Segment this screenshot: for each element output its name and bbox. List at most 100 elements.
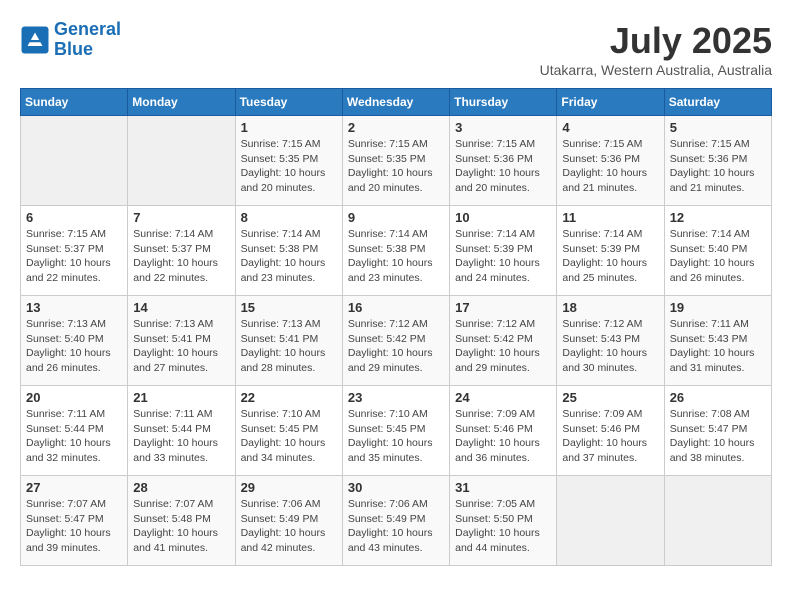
day-number: 5 <box>670 120 766 135</box>
weekday-header: Tuesday <box>235 89 342 116</box>
weekday-header: Thursday <box>450 89 557 116</box>
day-number: 8 <box>241 210 337 225</box>
calendar-cell: 12Sunrise: 7:14 AM Sunset: 5:40 PM Dayli… <box>664 206 771 296</box>
cell-info: Sunrise: 7:09 AM Sunset: 5:46 PM Dayligh… <box>455 407 551 466</box>
day-number: 9 <box>348 210 444 225</box>
calendar-week-row: 20 Sunrise: 7:11 AM Sunset: 5:44 PM Dayli… <box>21 386 772 476</box>
cell-info: Sunrise: 7:15 AM Sunset: 5:36 PM Dayligh… <box>455 137 551 196</box>
calendar-cell: 1Sunrise: 7:15 AM Sunset: 5:35 PM Daylig… <box>235 116 342 206</box>
cell-info: Sunrise: 7:11 AM Sunset: 5:44 PM Dayligh… <box>26 407 122 466</box>
calendar-cell <box>557 476 664 566</box>
calendar-cell <box>128 116 235 206</box>
calendar-cell: 3Sunrise: 7:15 AM Sunset: 5:36 PM Daylig… <box>450 116 557 206</box>
cell-info: Sunrise: 7:12 AM Sunset: 5:42 PM Dayligh… <box>348 317 444 376</box>
calendar-cell: 16 Sunrise: 7:12 AM Sunset: 5:42 PM Dayli… <box>342 296 449 386</box>
cell-info: Sunrise: 7:13 AM Sunset: 5:40 PM Dayligh… <box>26 317 122 376</box>
cell-info: Sunrise: 7:06 AM Sunset: 5:49 PM Dayligh… <box>241 497 337 556</box>
day-number: 14 <box>133 300 229 315</box>
calendar-cell: 25Sunrise: 7:09 AM Sunset: 5:46 PM Dayli… <box>557 386 664 476</box>
cell-info: Sunrise: 7:05 AM Sunset: 5:50 PM Dayligh… <box>455 497 551 556</box>
calendar-week-row: 6 Sunrise: 7:15 AM Sunset: 5:37 PM Daylig… <box>21 206 772 296</box>
calendar-cell: 21Sunrise: 7:11 AM Sunset: 5:44 PM Dayli… <box>128 386 235 476</box>
day-number: 19 <box>670 300 766 315</box>
day-number: 31 <box>455 480 551 495</box>
calendar-cell: 14 Sunrise: 7:13 AM Sunset: 5:41 PM Dayli… <box>128 296 235 386</box>
calendar-cell: 20 Sunrise: 7:11 AM Sunset: 5:44 PM Dayli… <box>21 386 128 476</box>
page-header: General Blue July 2025 Utakarra, Western… <box>20 20 772 78</box>
day-number: 22 <box>241 390 337 405</box>
calendar-cell <box>21 116 128 206</box>
location-subtitle: Utakarra, Western Australia, Australia <box>540 62 772 78</box>
cell-info: Sunrise: 7:10 AM Sunset: 5:45 PM Dayligh… <box>241 407 337 466</box>
cell-info: Sunrise: 7:07 AM Sunset: 5:48 PM Dayligh… <box>133 497 229 556</box>
day-number: 20 <box>26 390 122 405</box>
day-number: 1 <box>241 120 337 135</box>
calendar-cell: 24 Sunrise: 7:09 AM Sunset: 5:46 PM Dayli… <box>450 386 557 476</box>
day-number: 30 <box>348 480 444 495</box>
logo-icon <box>20 25 50 55</box>
calendar-table: SundayMondayTuesdayWednesdayThursdayFrid… <box>20 88 772 566</box>
calendar-cell: 9 Sunrise: 7:14 AM Sunset: 5:38 PM Daylig… <box>342 206 449 296</box>
cell-info: Sunrise: 7:14 AM Sunset: 5:38 PM Dayligh… <box>348 227 444 286</box>
calendar-week-row: 27Sunrise: 7:07 AM Sunset: 5:47 PM Dayli… <box>21 476 772 566</box>
calendar-cell: 7 Sunrise: 7:14 AM Sunset: 5:37 PM Daylig… <box>128 206 235 296</box>
day-number: 12 <box>670 210 766 225</box>
day-number: 4 <box>562 120 658 135</box>
day-number: 7 <box>133 210 229 225</box>
day-number: 26 <box>670 390 766 405</box>
cell-info: Sunrise: 7:11 AM Sunset: 5:43 PM Dayligh… <box>670 317 766 376</box>
cell-info: Sunrise: 7:15 AM Sunset: 5:37 PM Dayligh… <box>26 227 122 286</box>
cell-info: Sunrise: 7:08 AM Sunset: 5:47 PM Dayligh… <box>670 407 766 466</box>
day-number: 18 <box>562 300 658 315</box>
calendar-week-row: 1Sunrise: 7:15 AM Sunset: 5:35 PM Daylig… <box>21 116 772 206</box>
calendar-cell: 5 Sunrise: 7:15 AM Sunset: 5:36 PM Daylig… <box>664 116 771 206</box>
title-block: July 2025 Utakarra, Western Australia, A… <box>540 20 772 78</box>
month-year-title: July 2025 <box>540 20 772 62</box>
calendar-cell: 6 Sunrise: 7:15 AM Sunset: 5:37 PM Daylig… <box>21 206 128 296</box>
cell-info: Sunrise: 7:14 AM Sunset: 5:38 PM Dayligh… <box>241 227 337 286</box>
calendar-cell: 26 Sunrise: 7:08 AM Sunset: 5:47 PM Dayli… <box>664 386 771 476</box>
calendar-cell: 17 Sunrise: 7:12 AM Sunset: 5:42 PM Dayli… <box>450 296 557 386</box>
calendar-cell: 23Sunrise: 7:10 AM Sunset: 5:45 PM Dayli… <box>342 386 449 476</box>
day-number: 11 <box>562 210 658 225</box>
calendar-cell: 27Sunrise: 7:07 AM Sunset: 5:47 PM Dayli… <box>21 476 128 566</box>
calendar-cell <box>664 476 771 566</box>
weekday-header: Wednesday <box>342 89 449 116</box>
calendar-cell: 30 Sunrise: 7:06 AM Sunset: 5:49 PM Dayli… <box>342 476 449 566</box>
cell-info: Sunrise: 7:06 AM Sunset: 5:49 PM Dayligh… <box>348 497 444 556</box>
calendar-cell: 28 Sunrise: 7:07 AM Sunset: 5:48 PM Dayli… <box>128 476 235 566</box>
day-number: 2 <box>348 120 444 135</box>
calendar-header-row: SundayMondayTuesdayWednesdayThursdayFrid… <box>21 89 772 116</box>
calendar-cell: 15 Sunrise: 7:13 AM Sunset: 5:41 PM Dayli… <box>235 296 342 386</box>
cell-info: Sunrise: 7:14 AM Sunset: 5:39 PM Dayligh… <box>455 227 551 286</box>
cell-info: Sunrise: 7:14 AM Sunset: 5:39 PM Dayligh… <box>562 227 658 286</box>
cell-info: Sunrise: 7:15 AM Sunset: 5:36 PM Dayligh… <box>670 137 766 196</box>
weekday-header: Friday <box>557 89 664 116</box>
cell-info: Sunrise: 7:07 AM Sunset: 5:47 PM Dayligh… <box>26 497 122 556</box>
calendar-cell: 18Sunrise: 7:12 AM Sunset: 5:43 PM Dayli… <box>557 296 664 386</box>
weekday-header: Saturday <box>664 89 771 116</box>
cell-info: Sunrise: 7:11 AM Sunset: 5:44 PM Dayligh… <box>133 407 229 466</box>
day-number: 25 <box>562 390 658 405</box>
day-number: 17 <box>455 300 551 315</box>
day-number: 15 <box>241 300 337 315</box>
calendar-cell: 11 Sunrise: 7:14 AM Sunset: 5:39 PM Dayli… <box>557 206 664 296</box>
day-number: 28 <box>133 480 229 495</box>
calendar-cell: 13 Sunrise: 7:13 AM Sunset: 5:40 PM Dayli… <box>21 296 128 386</box>
cell-info: Sunrise: 7:15 AM Sunset: 5:36 PM Dayligh… <box>562 137 658 196</box>
calendar-cell: 29Sunrise: 7:06 AM Sunset: 5:49 PM Dayli… <box>235 476 342 566</box>
cell-info: Sunrise: 7:14 AM Sunset: 5:37 PM Dayligh… <box>133 227 229 286</box>
cell-info: Sunrise: 7:13 AM Sunset: 5:41 PM Dayligh… <box>133 317 229 376</box>
cell-info: Sunrise: 7:13 AM Sunset: 5:41 PM Dayligh… <box>241 317 337 376</box>
calendar-cell: 8 Sunrise: 7:14 AM Sunset: 5:38 PM Daylig… <box>235 206 342 296</box>
day-number: 24 <box>455 390 551 405</box>
calendar-cell: 19 Sunrise: 7:11 AM Sunset: 5:43 PM Dayli… <box>664 296 771 386</box>
calendar-week-row: 13 Sunrise: 7:13 AM Sunset: 5:40 PM Dayli… <box>21 296 772 386</box>
day-number: 10 <box>455 210 551 225</box>
day-number: 16 <box>348 300 444 315</box>
logo: General Blue <box>20 20 121 60</box>
day-number: 13 <box>26 300 122 315</box>
cell-info: Sunrise: 7:12 AM Sunset: 5:42 PM Dayligh… <box>455 317 551 376</box>
cell-info: Sunrise: 7:10 AM Sunset: 5:45 PM Dayligh… <box>348 407 444 466</box>
day-number: 6 <box>26 210 122 225</box>
